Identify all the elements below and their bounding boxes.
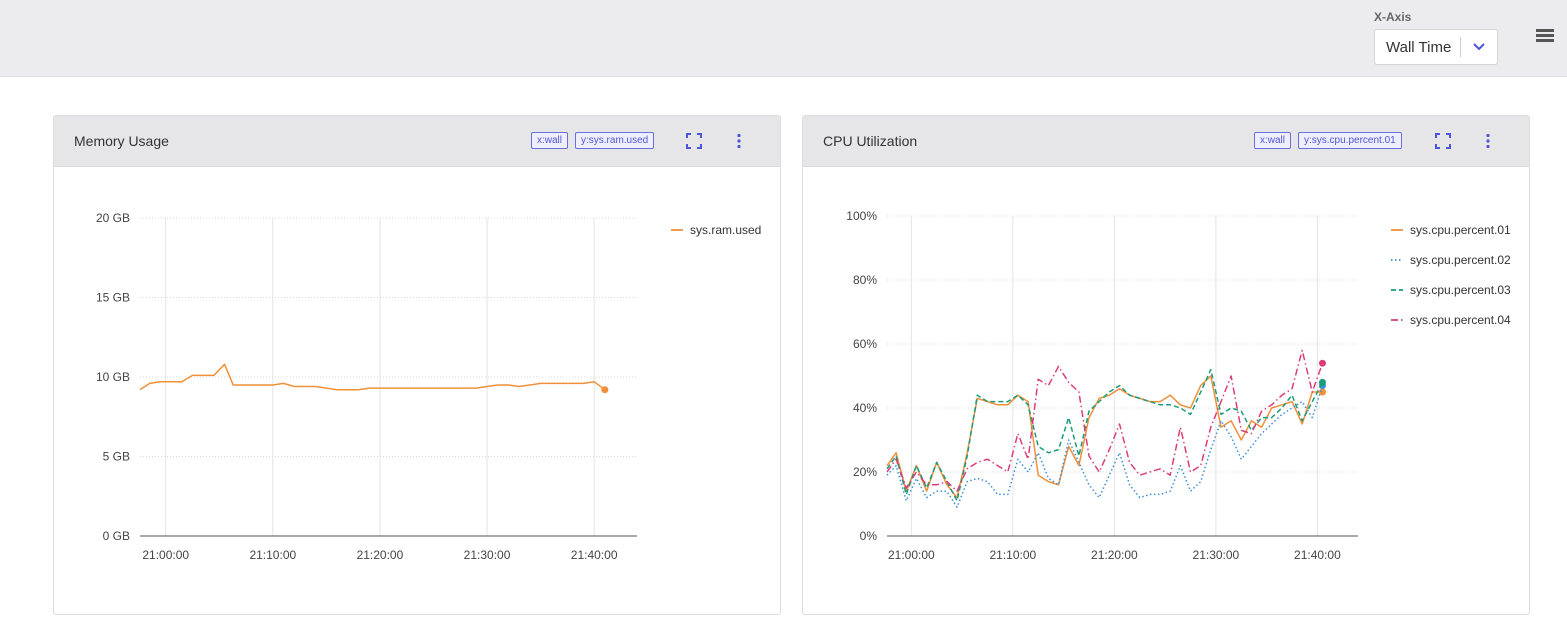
y-tick-label: 60% (853, 337, 877, 351)
last-point-marker (1318, 359, 1326, 367)
menu-icon[interactable] (1536, 29, 1554, 43)
more-options-icon[interactable] (1480, 133, 1496, 149)
series-line-sys.cpu.percent.04 (886, 349, 1324, 492)
fullscreen-icon[interactable] (686, 133, 702, 149)
cpu-utilization-chart: 0% 20% 40% 60% 80% 100% 21:00:00 21:10:00 21:20:… (846, 209, 1511, 562)
memory-usage-chart: 0 GB 5 GB 10 GB 15 GB 20 GB 21:00:00 21:10:00 2… (96, 211, 761, 562)
legend-label: sys.ram.used (690, 223, 761, 237)
x-tick-label: 21:00:00 (888, 548, 935, 562)
x-tick-label: 21:30:00 (1193, 548, 1240, 562)
memory-usage-panel: Memory Usage x:wall y:sys.ram.used 0 GB 5… (53, 115, 781, 615)
panel-title: CPU Utilization (823, 133, 918, 149)
fullscreen-icon[interactable] (1435, 133, 1451, 149)
x-tick-label: 21:00:00 (142, 548, 189, 562)
y-tag[interactable]: y:sys.cpu.percent.01 (1298, 132, 1402, 149)
panel-header: Memory Usage x:wall y:sys.ram.used (54, 116, 780, 167)
y-tick-label: 40% (853, 401, 877, 415)
series-line-sys.cpu.percent.01 (886, 375, 1323, 499)
x-tick-label: 21:30:00 (464, 548, 511, 562)
cpu-utilization-panel: CPU Utilization x:wall y:sys.cpu.percent… (802, 115, 1530, 615)
x-tick-label: 21:20:00 (357, 548, 404, 562)
panel-header: CPU Utilization x:wall y:sys.cpu.percent… (803, 116, 1529, 167)
legend-label: sys.cpu.percent.02 (1410, 253, 1511, 267)
y-tick-label: 80% (853, 273, 877, 287)
x-axis-label: X-Axis (1374, 10, 1412, 24)
y-tick-label: 20% (853, 465, 877, 479)
y-tick-label: 5 GB (103, 450, 130, 464)
more-options-icon[interactable] (731, 133, 747, 149)
y-tick-label: 0 GB (103, 529, 130, 543)
series-line-sys.cpu.percent.03 (886, 368, 1324, 502)
y-tick-label: 10 GB (96, 370, 130, 384)
x-axis-select-value: Wall Time (1386, 38, 1452, 56)
legend-label: sys.cpu.percent.04 (1410, 313, 1511, 327)
x-tick-label: 21:40:00 (571, 548, 618, 562)
series-line-sys.cpu.percent.02 (886, 385, 1324, 508)
x-tick-label: 21:10:00 (990, 548, 1037, 562)
chevron-down-icon[interactable] (1461, 42, 1497, 52)
x-tick-label: 21:40:00 (1294, 548, 1341, 562)
y-tag[interactable]: y:sys.ram.used (575, 132, 655, 149)
legend-label: sys.cpu.percent.03 (1410, 283, 1511, 297)
last-point-marker (1318, 378, 1326, 386)
x-tick-label: 21:20:00 (1091, 548, 1138, 562)
y-tick-label: 0% (860, 529, 878, 543)
x-tag[interactable]: x:wall (1254, 132, 1292, 149)
last-point-marker (601, 386, 609, 394)
y-tick-label: 100% (846, 209, 877, 223)
x-axis-select[interactable]: Wall Time (1374, 29, 1498, 65)
x-tick-label: 21:10:00 (249, 548, 296, 562)
y-tick-label: 20 GB (96, 211, 130, 225)
top-toolbar: X-Axis Wall Time (0, 0, 1567, 77)
y-tick-label: 15 GB (96, 291, 130, 305)
panel-title: Memory Usage (74, 133, 169, 149)
x-tag[interactable]: x:wall (531, 132, 569, 149)
legend-label: sys.cpu.percent.01 (1410, 223, 1511, 237)
